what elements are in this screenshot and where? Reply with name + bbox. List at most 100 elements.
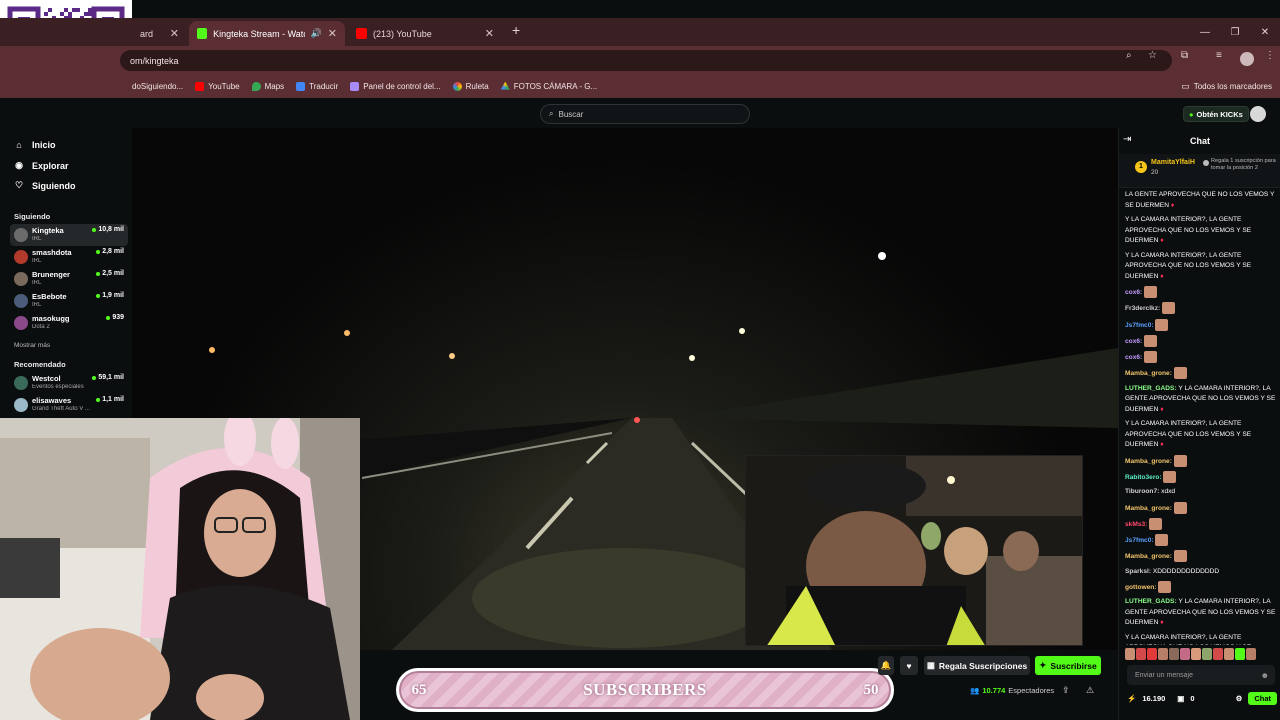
get-kicks-button[interactable]: ● Obtén KICKs bbox=[1183, 106, 1249, 122]
zoom-icon[interactable]: ⌕ bbox=[1126, 50, 1132, 61]
bookmark-item[interactable]: YouTube bbox=[195, 81, 240, 91]
speaker-icon[interactable]: 🔊 bbox=[311, 28, 322, 39]
emote-shortcut-icon[interactable] bbox=[1246, 648, 1256, 660]
close-tab-icon[interactable]: ✕ bbox=[328, 27, 337, 40]
chat-username[interactable]: Mamba_grone: bbox=[1125, 553, 1172, 560]
emote-shortcut-icon[interactable] bbox=[1125, 648, 1135, 660]
channel-name: masokugg bbox=[32, 314, 70, 323]
emote-shortcut-icon[interactable] bbox=[1191, 648, 1201, 660]
chat-username[interactable]: Tiburoon7: bbox=[1125, 488, 1159, 495]
subscribe-button[interactable]: ✦ Suscribirse bbox=[1035, 656, 1101, 675]
chat-send-button[interactable]: Chat bbox=[1248, 691, 1277, 705]
extensions-icon[interactable]: ⧉ bbox=[1181, 50, 1188, 61]
channel-name: elisawaves bbox=[32, 396, 72, 405]
chat-username[interactable]: skMs3: bbox=[1125, 521, 1147, 528]
channel-name: Westcol bbox=[32, 374, 61, 383]
nav-explore[interactable]: ◉ Explorar bbox=[14, 160, 68, 171]
bookmark-label: Traducir bbox=[309, 81, 339, 91]
emoji-icon[interactable]: ☻ bbox=[1261, 671, 1269, 680]
chat-username[interactable]: Mamba_grone: bbox=[1125, 370, 1172, 377]
sidebar-channel-elisawaves[interactable]: elisawaves Grand Theft Auto V ... 1,1 mil bbox=[10, 394, 128, 416]
chat-username[interactable]: Rabito3ero: bbox=[1125, 474, 1162, 481]
chat-username[interactable]: Sparksl: bbox=[1125, 568, 1151, 575]
kick-favicon-icon bbox=[197, 28, 208, 39]
emote-shortcut-icon[interactable] bbox=[1213, 648, 1223, 660]
url-field[interactable]: om/kingteka bbox=[120, 50, 1172, 71]
face-emote-icon bbox=[1158, 581, 1172, 593]
sidebar-channel-smashdota[interactable]: smashdota IRL 2,8 mil bbox=[10, 246, 128, 268]
sidebar-channel-esbebote[interactable]: EsBebote IRL 1,9 mil bbox=[10, 290, 128, 312]
blood-drop-emote-icon: ♦ bbox=[1160, 272, 1164, 280]
chat-username[interactable]: gottowen: bbox=[1125, 584, 1157, 591]
face-emote-icon bbox=[1173, 501, 1187, 514]
notification-bell-button[interactable]: 🔔 bbox=[878, 656, 894, 675]
report-icon[interactable]: ⚠ bbox=[1086, 685, 1094, 696]
menu-kebab-icon[interactable]: ⋮ bbox=[1265, 50, 1275, 61]
close-window-icon[interactable]: ✕ bbox=[1250, 18, 1280, 46]
close-tab-icon[interactable]: ✕ bbox=[170, 27, 179, 40]
emote-shortcut-icon[interactable] bbox=[1224, 648, 1234, 660]
sidebar-channel-brunenger[interactable]: Brunenger IRL 2,5 mil bbox=[10, 268, 128, 290]
chat-panel: ⇥ Chat 1 MamitaYlfaiH 20 Regala 1 suscri… bbox=[1118, 128, 1280, 720]
chat-username[interactable]: Mamba_grone: bbox=[1125, 504, 1172, 511]
pinned-gifter: 1 MamitaYlfaiH 20 Regala 1 suscripción p… bbox=[1119, 154, 1280, 188]
chat-username[interactable]: Mamba_grone: bbox=[1125, 457, 1172, 464]
chat-username[interactable]: cox6: bbox=[1125, 289, 1142, 296]
tab-kingteka[interactable]: Kingteka Stream - Watch Li 🔊 ✕ bbox=[189, 21, 345, 46]
channel-category: IRL bbox=[32, 258, 42, 264]
chat-username[interactable]: LUTHER_GADS: bbox=[1125, 598, 1177, 605]
emote-shortcut-icon[interactable] bbox=[1235, 648, 1245, 660]
emote-shortcut-icon[interactable] bbox=[1202, 648, 1212, 660]
bookmark-item[interactable]: FOTOS CÁMARA - G... bbox=[500, 81, 597, 91]
search-input[interactable]: ⌕ Buscar bbox=[540, 104, 750, 124]
chat-input[interactable]: Enviar un mensaje ☻ bbox=[1127, 665, 1275, 685]
chat-username[interactable]: Js7fmc0: bbox=[1125, 537, 1154, 544]
chat-username[interactable]: cox6: bbox=[1125, 338, 1142, 345]
emote-shortcut-icon[interactable] bbox=[1136, 648, 1146, 660]
tab-youtube[interactable]: (213) YouTube ✕ bbox=[348, 21, 502, 46]
sidebar-channel-kingteka[interactable]: Kingteka IRL 10,8 mil bbox=[10, 224, 128, 246]
bookmark-star-icon[interactable]: ☆ bbox=[1148, 50, 1157, 61]
sidebar-channel-masokugg[interactable]: masokugg Dota 2 939 bbox=[10, 312, 128, 334]
chat-username[interactable]: Fr3derclkz: bbox=[1125, 305, 1160, 312]
settings-gear-icon[interactable]: ⚙ bbox=[1236, 694, 1243, 703]
webcam-scene bbox=[0, 418, 360, 720]
chat-username[interactable]: LUTHER_GADS: bbox=[1125, 385, 1177, 392]
youtube-favicon-icon bbox=[356, 28, 367, 39]
chat-messages: LA GENTE APROVECHA QUE NO LOS VEMOS Y SE… bbox=[1125, 190, 1277, 645]
media-icon[interactable]: ≡ bbox=[1216, 50, 1222, 61]
gift-subs-button[interactable]: ▦ Regala Suscripciones bbox=[924, 656, 1030, 675]
emote-shortcut-icon[interactable] bbox=[1180, 648, 1190, 660]
close-tab-icon[interactable]: ✕ bbox=[485, 27, 494, 40]
bookmark-item[interactable]: Ruleta bbox=[452, 81, 489, 91]
face-emote-icon bbox=[1144, 351, 1158, 363]
bookmark-item[interactable]: Panel de control del... bbox=[350, 81, 441, 91]
restore-icon[interactable]: ❐ bbox=[1220, 18, 1250, 46]
nav-following[interactable]: ♡ Siguiendo bbox=[14, 180, 76, 191]
share-icon[interactable]: ⇪ bbox=[1062, 685, 1070, 696]
chat-text: xdxd bbox=[1161, 488, 1176, 495]
profile-avatar[interactable] bbox=[1240, 52, 1254, 66]
youtube-icon bbox=[195, 81, 205, 91]
emote-shortcut-icon[interactable] bbox=[1169, 648, 1179, 660]
bookmark-item[interactable]: Maps bbox=[251, 81, 284, 91]
user-avatar[interactable] bbox=[1250, 106, 1266, 122]
channel-category: IRL bbox=[32, 236, 42, 242]
chat-username[interactable]: Js7fmc0: bbox=[1125, 321, 1154, 328]
emote-shortcut-icon[interactable] bbox=[1158, 648, 1168, 660]
channel-avatar bbox=[14, 294, 28, 308]
show-more-link[interactable]: Mostrar más bbox=[14, 342, 50, 349]
new-tab-button[interactable]: + bbox=[512, 22, 520, 38]
sidebar-channel-westcol[interactable]: Westcol Eventos especiales 59,1 mil bbox=[10, 372, 128, 394]
chat-username[interactable]: cox6: bbox=[1125, 354, 1142, 361]
minimize-icon[interactable]: — bbox=[1190, 18, 1220, 46]
follow-button[interactable]: ♥ bbox=[900, 656, 918, 675]
bookmark-item[interactable]: Traducir bbox=[296, 81, 339, 91]
all-bookmarks-button[interactable]: ▭ Todos los marcadores bbox=[1181, 81, 1272, 92]
tab-previous[interactable]: ard ✕ bbox=[132, 21, 187, 46]
emote-shortcut-icon[interactable] bbox=[1147, 648, 1157, 660]
dashboard-icon bbox=[350, 81, 360, 91]
face-emote-icon bbox=[1144, 334, 1158, 347]
bookmark-item[interactable]: doSiguiendo... bbox=[132, 82, 183, 91]
nav-home[interactable]: ⌂ Inicio bbox=[14, 140, 55, 150]
